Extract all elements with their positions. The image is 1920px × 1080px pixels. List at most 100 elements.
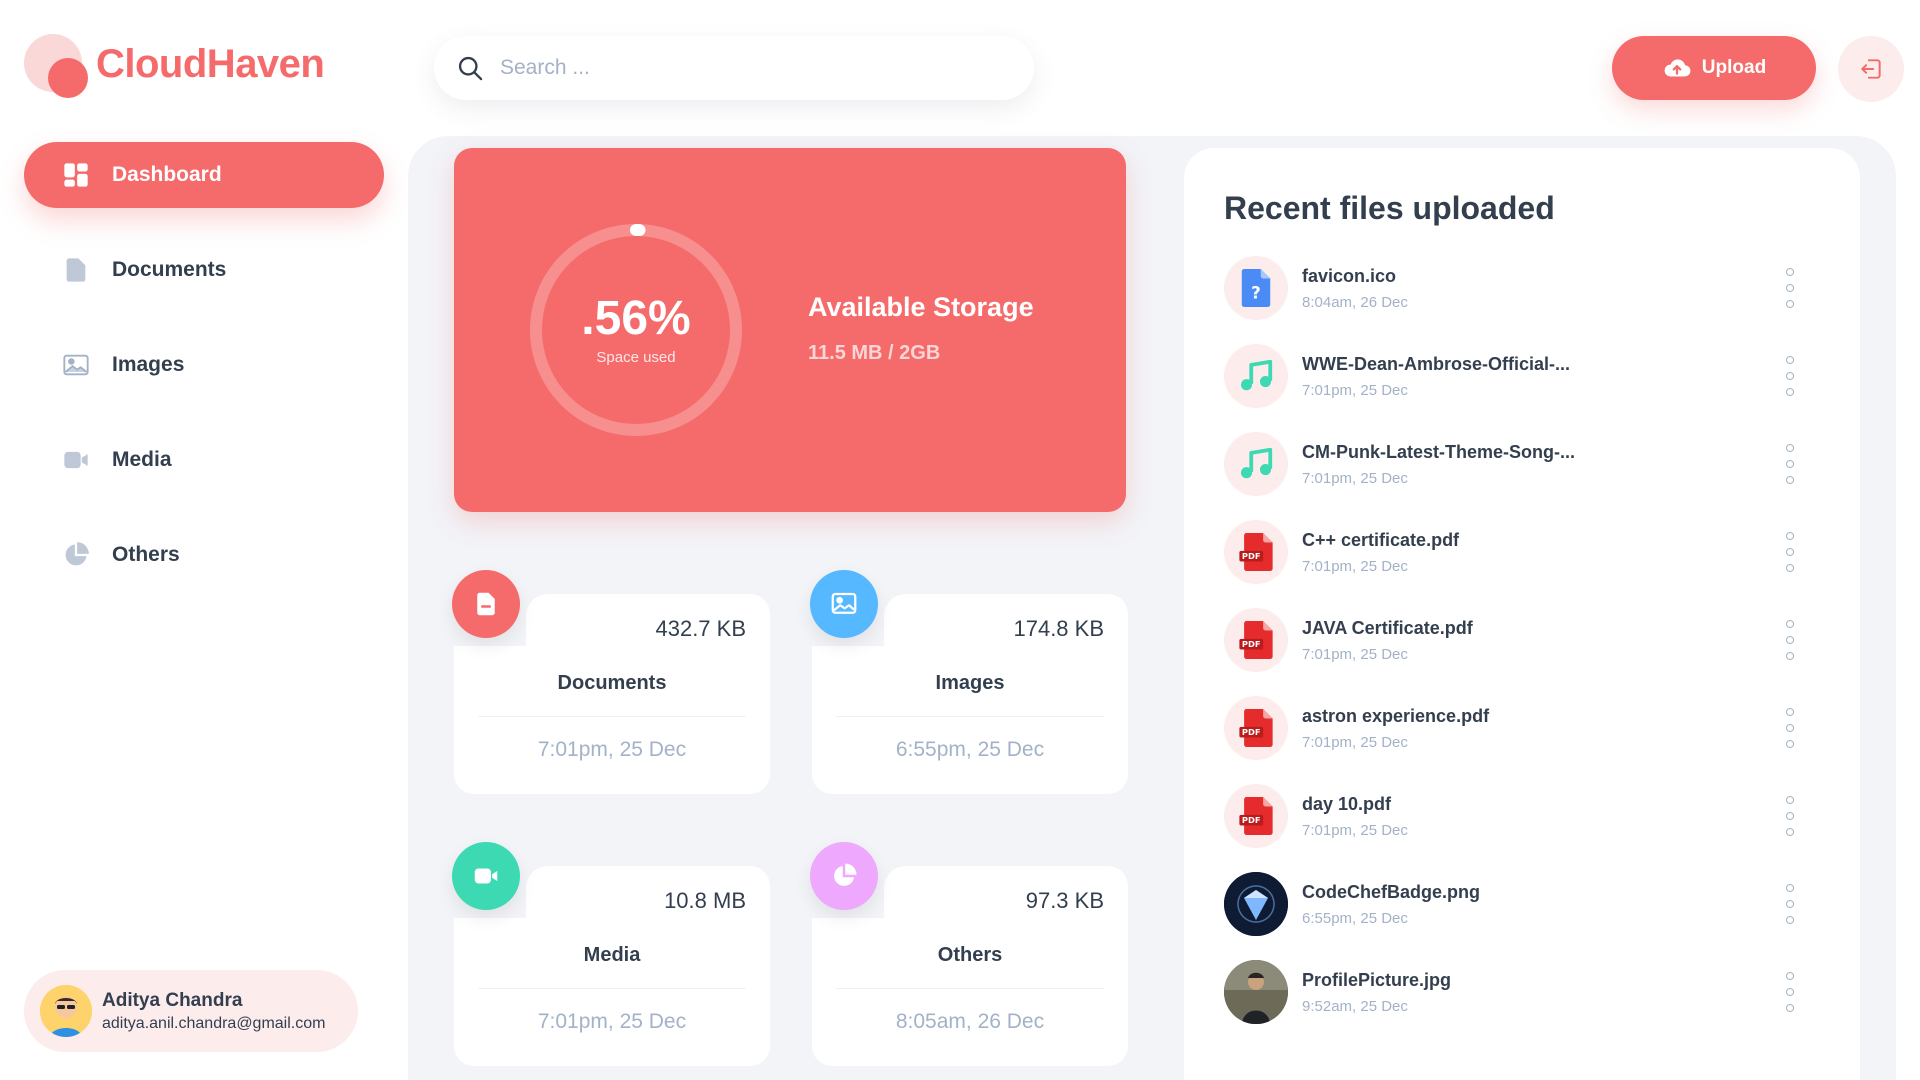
video-icon <box>474 868 498 884</box>
recent-files-title: Recent files uploaded <box>1224 190 1555 226</box>
more-options-icon[interactable] <box>1778 620 1802 660</box>
image-icon <box>63 354 89 376</box>
category-card-documents[interactable]: 432.7 KB Documents 7:01pm, 25 Dec <box>452 570 770 794</box>
file-date: 7:01pm, 25 Dec <box>1302 646 1408 663</box>
divider <box>836 716 1104 717</box>
more-options-icon[interactable] <box>1778 532 1802 572</box>
list-item[interactable]: PDF C++ certificate.pdf 7:01pm, 25 Dec <box>1224 520 1824 584</box>
category-title: Images <box>935 672 1005 694</box>
dashboard-icon <box>64 163 88 187</box>
more-options-icon[interactable] <box>1778 268 1802 308</box>
category-size: 432.7 KB <box>655 616 746 641</box>
app-name: CloudHaven <box>96 42 325 86</box>
more-options-icon[interactable] <box>1778 796 1802 836</box>
more-options-icon[interactable] <box>1778 708 1802 748</box>
list-item[interactable]: CodeChefBadge.png 6:55pm, 25 Dec <box>1224 872 1824 936</box>
list-item[interactable]: ? favicon.ico 8:04am, 26 Dec <box>1224 256 1824 320</box>
sidebar-item-documents[interactable]: Documents <box>24 237 384 303</box>
cloud-upload-icon <box>1664 59 1691 77</box>
app-logo[interactable]: CloudHaven <box>24 30 325 102</box>
pdf-icon: PDF <box>1239 533 1273 571</box>
user-avatar-icon <box>40 985 92 1037</box>
upload-label: Upload <box>1701 57 1767 78</box>
file-name: WWE-Dean-Ambrose-Official-... <box>1302 354 1571 374</box>
recent-files-panel: Recent files uploaded ? favicon.ico 8:04… <box>1184 148 1860 1080</box>
image-icon <box>831 592 857 614</box>
list-item[interactable]: WWE-Dean-Ambrose-Official-... 7:01pm, 25… <box>1224 344 1824 408</box>
user-name: Aditya Chandra <box>102 989 243 1011</box>
file-date: 7:01pm, 25 Dec <box>1302 558 1408 575</box>
search-bar[interactable] <box>434 36 1034 100</box>
unknown-file-icon: ? <box>1241 269 1271 307</box>
storage-summary-card: .56% Space used Available Storage 11.5 M… <box>454 148 1126 512</box>
list-item[interactable]: CM-Punk-Latest-Theme-Song-... 7:01pm, 25… <box>1224 432 1824 496</box>
search-icon <box>458 56 483 81</box>
file-date: 8:04am, 26 Dec <box>1302 294 1408 311</box>
pdf-icon: PDF <box>1239 797 1273 835</box>
pie-icon <box>834 863 857 886</box>
category-title: Others <box>937 944 1003 966</box>
logout-icon <box>1861 59 1881 79</box>
list-item[interactable]: PDF day 10.pdf 7:01pm, 25 Dec <box>1224 784 1824 848</box>
category-icon-bubble <box>810 570 878 638</box>
list-item[interactable]: ProfilePicture.jpg 9:52am, 25 Dec <box>1224 960 1824 1024</box>
category-icon-bubble <box>452 842 520 910</box>
sidebar-nav: Dashboard Documents Images Media Others <box>24 142 384 617</box>
upload-button[interactable]: Upload <box>1612 36 1816 100</box>
more-options-icon[interactable] <box>1778 444 1802 484</box>
storage-title: Available Storage <box>808 292 1034 322</box>
category-card-images[interactable]: 174.8 KB Images 6:55pm, 25 Dec <box>810 570 1128 794</box>
category-title: Media <box>583 944 641 966</box>
user-profile-card[interactable]: Aditya Chandra aditya.anil.chandra@gmail… <box>24 970 358 1052</box>
file-name: astron experience.pdf <box>1302 706 1490 726</box>
sidebar-item-dashboard[interactable]: Dashboard <box>24 142 384 208</box>
pdf-badge-text: PDF <box>1242 639 1261 649</box>
divider <box>478 988 746 989</box>
pdf-badge-text: PDF <box>1242 727 1261 737</box>
more-options-icon[interactable] <box>1778 972 1802 1012</box>
sidebar-item-label: Others <box>112 543 180 566</box>
category-card-others[interactable]: 97.3 KB Others 8:05am, 26 Dec <box>810 842 1128 1066</box>
file-date: 7:01pm, 25 Dec <box>1302 470 1408 487</box>
more-options-icon[interactable] <box>1778 884 1802 924</box>
sidebar-item-media[interactable]: Media <box>24 427 384 493</box>
pdf-icon: PDF <box>1239 709 1273 747</box>
category-date: 6:55pm, 25 Dec <box>895 738 1045 761</box>
category-card-media[interactable]: 10.8 MB Media 7:01pm, 25 Dec <box>452 842 770 1066</box>
sidebar-item-label: Images <box>112 353 185 376</box>
pdf-badge-text: PDF <box>1242 551 1261 561</box>
file-date: 6:55pm, 25 Dec <box>1302 910 1408 927</box>
music-icon <box>1240 359 1273 391</box>
file-name: CM-Punk-Latest-Theme-Song-... <box>1302 442 1575 462</box>
category-size: 174.8 KB <box>1013 616 1104 641</box>
file-date: 9:52am, 25 Dec <box>1302 998 1408 1015</box>
category-date: 8:05am, 26 Dec <box>895 1010 1045 1033</box>
music-icon <box>1240 447 1273 479</box>
file-name: day 10.pdf <box>1302 794 1392 814</box>
search-input[interactable] <box>500 56 1000 80</box>
list-item[interactable]: PDF astron experience.pdf 7:01pm, 25 Dec <box>1224 696 1824 760</box>
pdf-icon: PDF <box>1239 621 1273 659</box>
document-icon <box>477 592 495 616</box>
file-name: ProfilePicture.jpg <box>1302 970 1452 990</box>
user-email: aditya.anil.chandra@gmail.com <box>102 1014 326 1032</box>
category-date: 7:01pm, 25 Dec <box>537 738 687 761</box>
list-item[interactable]: PDF JAVA Certificate.pdf 7:01pm, 25 Dec <box>1224 608 1824 672</box>
storage-usage: 11.5 MB / 2GB <box>808 342 941 364</box>
sidebar-item-label: Dashboard <box>112 163 222 186</box>
svg-text:?: ? <box>1251 284 1261 303</box>
more-options-icon[interactable] <box>1778 356 1802 396</box>
file-date: 7:01pm, 25 Dec <box>1302 382 1408 399</box>
divider <box>478 716 746 717</box>
category-title: Documents <box>557 672 667 694</box>
badge-thumbnail-icon <box>1224 872 1288 936</box>
file-name: CodeChefBadge.png <box>1302 882 1480 902</box>
file-name: JAVA Certificate.pdf <box>1302 618 1473 638</box>
sidebar-item-images[interactable]: Images <box>24 332 384 398</box>
sidebar-item-others[interactable]: Others <box>24 522 384 588</box>
storage-percent-caption: Space used <box>596 348 676 366</box>
sidebar-item-label: Documents <box>112 258 227 281</box>
category-size: 10.8 MB <box>664 888 746 913</box>
logout-button[interactable] <box>1838 36 1904 102</box>
category-icon-bubble <box>452 570 520 638</box>
